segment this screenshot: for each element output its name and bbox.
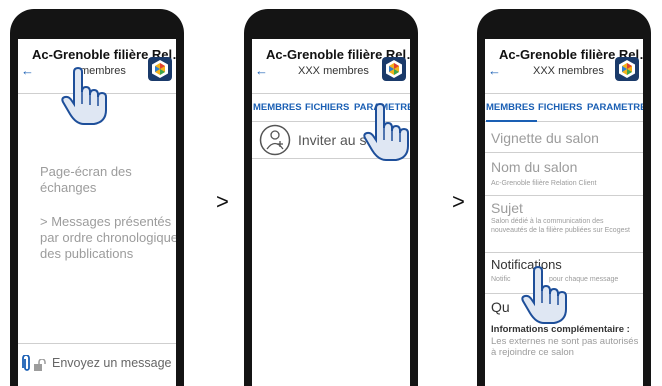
message-composer: Envoyez un message [18, 343, 176, 384]
message-input[interactable]: Envoyez un message [52, 356, 172, 370]
additional-info: Informations complémentaire : Les extern… [491, 324, 643, 358]
back-arrow-icon[interactable]: ← [255, 63, 268, 78]
attachment-icon[interactable] [22, 355, 32, 373]
room-logo-icon [148, 57, 172, 81]
room-logo-icon [615, 57, 639, 81]
back-arrow-icon[interactable]: ← [488, 63, 501, 78]
add-user-icon[interactable] [258, 124, 292, 156]
setting-room-name-value: Ac-Grenoble filière Relation Client [491, 180, 597, 187]
header: Ac-Grenoble filière Rel… ← XXX membres [485, 39, 643, 94]
setting-subject[interactable]: Sujet Salon dédié à la communication des… [485, 196, 643, 253]
setting-notifications-value-start: Notific [491, 276, 511, 283]
step-separator: > [452, 189, 465, 214]
tab-bar: MEMBRES FICHIERS PARAMETRES [485, 93, 643, 122]
tab-membres[interactable]: MEMBRES [486, 102, 537, 122]
phone-mockup-members-tab: Ac-Grenoble filière Rel… ← XXX membres M… [244, 9, 418, 386]
setting-vignette-label: Vignette du salon [491, 130, 599, 146]
tab-fichiers[interactable]: FICHIERS [538, 102, 582, 113]
pointer-hand-icon [521, 265, 567, 324]
lock-icon[interactable] [34, 359, 48, 371]
setting-who-label: Qu [491, 299, 510, 315]
annotation-message-order: > Messages présentés par ordre chronolog… [40, 214, 176, 261]
invite-label[interactable]: Inviter au s [298, 132, 366, 148]
members-count[interactable]: XXX membres [533, 65, 604, 77]
room-logo-icon [382, 57, 406, 81]
info-text: Les externes ne sont pas autorisés à rej… [491, 336, 639, 358]
screen-settings: Ac-Grenoble filière Rel… ← XXX membres M… [485, 39, 643, 386]
setting-room-name-label: Nom du salon [491, 159, 578, 175]
step-separator: > [216, 189, 229, 214]
pointer-hand-icon [363, 102, 409, 161]
phone-mockup-settings-tab: Ac-Grenoble filière Rel… ← XXX membres M… [477, 9, 651, 386]
annotation-page-description: Page-écran des échanges [40, 164, 132, 195]
members-count[interactable]: XXX membres [298, 65, 369, 77]
tab-membres[interactable]: MEMBRES [253, 102, 302, 113]
back-arrow-icon[interactable]: ← [21, 63, 34, 78]
screen-members: Ac-Grenoble filière Rel… ← XXX membres M… [252, 39, 410, 386]
setting-subject-value: Salon dédié à la communication des nouve… [491, 218, 630, 234]
header: Ac-Grenoble filière Rel… ← XXX membres [252, 39, 410, 94]
tab-fichiers[interactable]: FICHIERS [305, 102, 349, 113]
setting-room-name[interactable]: Nom du salon Ac-Grenoble filière Relatio… [485, 153, 643, 196]
tab-parametres[interactable]: PARAMETRES [587, 102, 643, 113]
setting-vignette[interactable]: Vignette du salon [485, 122, 643, 153]
setting-subject-label: Sujet [491, 200, 523, 216]
pointer-hand-icon [61, 66, 107, 125]
